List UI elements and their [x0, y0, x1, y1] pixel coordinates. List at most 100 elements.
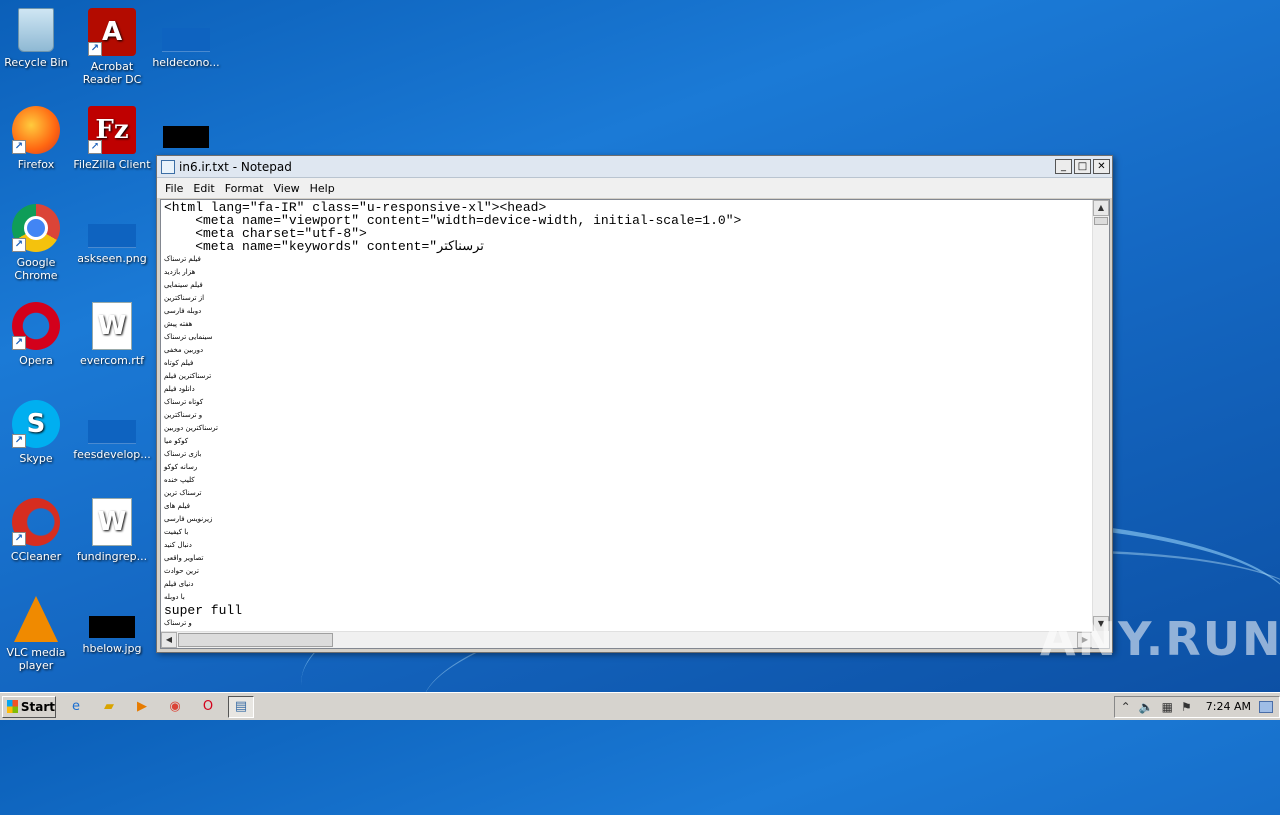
taskbar-explorer-icon[interactable]: ▰ [96, 696, 122, 718]
windows-logo-icon [7, 700, 18, 713]
desktop-icon-label: fundingrep... [76, 550, 148, 563]
desktop-icon-heldecono[interactable]: heldecono... [146, 8, 226, 69]
start-button[interactable]: Start [2, 695, 56, 718]
desktop-icon-label: heldecono... [152, 56, 220, 69]
opera-icon: ↗ [12, 302, 60, 350]
text-line: بازی ترسناک [164, 450, 202, 458]
text-line: super full [164, 603, 243, 618]
tray-expand-icon[interactable]: ⌃ [1121, 700, 1131, 714]
vertical-scrollbar[interactable]: ▲ ▼ [1092, 200, 1109, 632]
editor-content[interactable]: <html lang="fa-IR" class="u-responsive-x… [164, 201, 1089, 631]
start-label: Start [20, 699, 55, 714]
text-line: <meta name="keywords" content="ترسناکتر [164, 239, 484, 254]
word-document-icon: W [92, 498, 132, 546]
desktop-icon-label: askseen.png [77, 252, 147, 265]
text-line: ترسناکترین فیلم [164, 372, 212, 380]
text-line: ترسناکترین دوربین [164, 424, 218, 432]
text-line: تصاویر واقعی [164, 554, 204, 562]
desktop-icon-hbelow[interactable]: hbelow.jpg [72, 596, 152, 655]
vertical-scroll-thumb[interactable] [1094, 217, 1108, 225]
taskbar-opera-icon[interactable]: O [195, 696, 221, 718]
network-icon[interactable]: ▦ [1162, 700, 1173, 714]
desktop-icon-firefox[interactable]: ↗ Firefox [0, 106, 76, 171]
firefox-icon: ↗ [12, 106, 60, 154]
desktop-icon-vlc[interactable]: VLC media player [0, 596, 76, 672]
desktop-icon-opera[interactable]: ↗ Opera [0, 302, 76, 367]
text-line: و ترسناک [164, 619, 192, 627]
desktop-icon-label: Firefox [17, 158, 55, 171]
desktop-icon-chrome[interactable]: ↗ Google Chrome [0, 204, 76, 282]
action-center-flag-icon[interactable]: ⚑ [1181, 700, 1192, 714]
word-document-icon: W [92, 302, 132, 350]
volume-icon[interactable]: 🔈 [1139, 700, 1154, 714]
horizontal-scroll-thumb[interactable] [178, 633, 333, 647]
desktop-icon-label: Skype [19, 452, 53, 465]
taskbar-media-player-icon[interactable]: ▶ [129, 696, 155, 718]
system-tray: ⌃ 🔈 ▦ ⚑ 7:24 AM [1113, 695, 1280, 718]
text-line: ترسناک ترین [164, 489, 202, 497]
close-button[interactable]: ✕ [1093, 159, 1110, 174]
taskbar: Start e ▰ ▶ ◉ O ▤ ⌃ 🔈 ▦ ⚑ 7:24 AM [0, 692, 1280, 720]
vlc-icon [14, 596, 58, 642]
desktop-icon-redacted-1[interactable] [146, 106, 226, 152]
taskbar-ie-icon[interactable]: e [63, 696, 89, 718]
desktop-icon-evercom[interactable]: W evercom.rtf [72, 302, 152, 367]
shortcut-arrow-icon: ↗ [12, 532, 26, 546]
image-file-icon [88, 224, 136, 248]
notepad-icon [161, 159, 175, 174]
desktop-icon-filezilla[interactable]: Fz ↗ FileZilla Client [72, 106, 152, 171]
text-line: دوربین مخفی [164, 346, 204, 354]
menu-file[interactable]: File [160, 182, 188, 195]
horizontal-scrollbar[interactable]: ◀ ▶ [161, 631, 1093, 648]
desktop-icon-label: Recycle Bin [4, 56, 68, 69]
file-icon [88, 420, 136, 444]
text-editor[interactable]: <html lang="fa-IR" class="u-responsive-x… [160, 199, 1110, 649]
filezilla-icon: Fz ↗ [88, 106, 136, 154]
desktop-icon-label: evercom.rtf [79, 354, 145, 367]
text-line: کوکو میا [164, 437, 189, 445]
text-line: سینمایی ترسناک [164, 333, 213, 341]
text-line: با دوبله [164, 593, 185, 601]
desktop-icon-feesdevelop[interactable]: feesdevelop... [72, 400, 152, 461]
desktop-icon-label: feesdevelop... [73, 448, 151, 461]
minimize-button[interactable]: _ [1055, 159, 1072, 174]
file-icon [162, 28, 210, 52]
menu-view[interactable]: View [269, 182, 305, 195]
menu-help[interactable]: Help [305, 182, 340, 195]
desktop-icon-label: Opera [19, 354, 53, 367]
menu-format[interactable]: Format [220, 182, 269, 195]
shortcut-arrow-icon: ↗ [88, 42, 102, 56]
show-desktop-icon[interactable] [1259, 700, 1273, 713]
scroll-up-arrow-icon[interactable]: ▲ [1093, 200, 1109, 216]
shortcut-arrow-icon: ↗ [88, 140, 102, 154]
shortcut-arrow-icon: ↗ [12, 140, 26, 154]
taskbar-notepad-icon[interactable]: ▤ [228, 695, 254, 718]
text-line: دنبال کنید [164, 541, 192, 549]
notepad-window[interactable]: in6.ir.txt - Notepad _ □ ✕ File Edit For… [156, 155, 1113, 653]
desktop-icon-skype[interactable]: S ↗ Skype [0, 400, 76, 465]
taskbar-chrome-icon[interactable]: ◉ [162, 696, 188, 718]
clock[interactable]: 7:24 AM [1206, 700, 1251, 713]
text-line: از ترسناکترین [164, 294, 205, 302]
window-title: in6.ir.txt - Notepad [179, 159, 292, 174]
menu-edit[interactable]: Edit [188, 182, 219, 195]
desktop-icon-label: hbelow.jpg [82, 642, 142, 655]
keyword-lines: فیلم ترسناک هزار بازدید فیلم سینمایی از ترس… [164, 253, 1089, 604]
desktop-icon-recycle-bin[interactable]: Recycle Bin [0, 8, 76, 69]
shortcut-arrow-icon: ↗ [12, 336, 26, 350]
desktop-icon-acrobat[interactable]: A ↗ Acrobat Reader DC [72, 8, 152, 86]
shortcut-arrow-icon: ↗ [12, 434, 26, 448]
scroll-left-arrow-icon[interactable]: ◀ [161, 632, 177, 648]
desktop-icon-fundingrep[interactable]: W fundingrep... [72, 498, 152, 563]
menu-bar: File Edit Format View Help [157, 178, 1112, 198]
recycle-bin-icon [18, 8, 54, 52]
anyrun-watermark: ANY.RUN [1040, 612, 1280, 666]
desktop-icon-ccleaner[interactable]: ↗ CCleaner [0, 498, 76, 563]
maximize-button[interactable]: □ [1074, 159, 1091, 174]
text-line: با کیفیت [164, 528, 189, 536]
text-line: هفته پیش [164, 320, 193, 328]
notepad-titlebar[interactable]: in6.ir.txt - Notepad _ □ ✕ [157, 156, 1112, 178]
desktop-icon-askseen[interactable]: askseen.png [72, 204, 152, 265]
text-line: زیرنویس فارسی [164, 515, 213, 523]
desktop-icon-label: Google Chrome [14, 256, 58, 282]
